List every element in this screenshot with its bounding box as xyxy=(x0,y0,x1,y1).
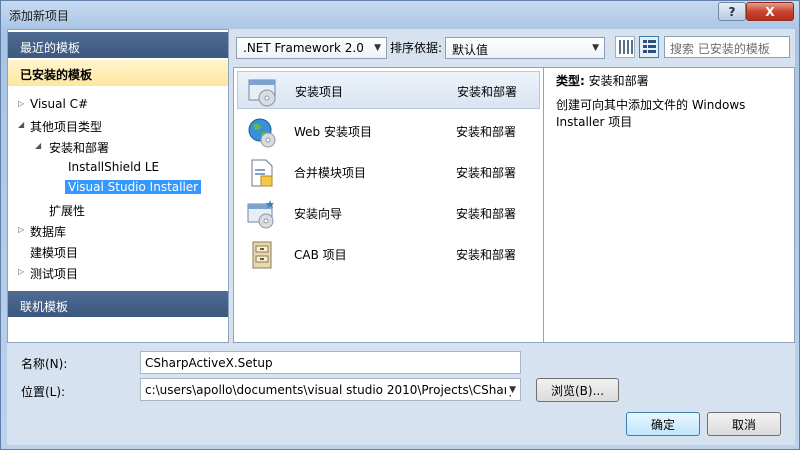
tree-item-label: 扩展性 xyxy=(49,204,86,218)
tree-item-label: 数据库 xyxy=(30,225,67,239)
setup-wizard-icon xyxy=(247,200,274,229)
template-row-setup-project[interactable]: 安装项目 安装和部署 xyxy=(237,71,540,109)
tree-item-label: InstallShield LE xyxy=(68,160,160,174)
collapse-arrow-icon[interactable]: ◢ xyxy=(35,141,41,150)
chevron-down-icon: ▼ xyxy=(592,43,599,53)
tree-item-label: Visual Studio Installer xyxy=(65,180,202,194)
list-view-icon xyxy=(643,40,656,53)
setup-project-icon xyxy=(248,79,276,107)
tree-item-label: 其他项目类型 xyxy=(30,120,103,134)
template-row-cab-project[interactable]: CAB 项目 安装和部署 xyxy=(237,235,540,273)
web-setup-icon xyxy=(248,118,276,148)
template-description: 创建可向其中添加文件的 Windows Installer 项目 xyxy=(556,98,746,129)
title-bar: 添加新项目 ? X xyxy=(1,1,800,29)
template-name: 合并模块项目 xyxy=(294,166,367,180)
expand-arrow-icon[interactable]: ▷ xyxy=(18,99,24,108)
recent-templates-header[interactable]: 最近的模板 xyxy=(8,32,228,58)
small-icons-view-button[interactable] xyxy=(615,36,635,58)
collapse-arrow-icon[interactable]: ◢ xyxy=(18,120,24,129)
template-toolbar: .NET Framework 2.0 ▼ 排序依据: 默认值 ▼ 搜索 已安装的… xyxy=(233,35,793,61)
framework-value: .NET Framework 2.0 xyxy=(243,41,364,55)
chevron-down-icon: ▼ xyxy=(506,385,516,395)
online-templates-header[interactable]: 联机模板 xyxy=(8,291,228,317)
installed-templates-header[interactable]: 已安装的模板 xyxy=(8,60,228,86)
search-templates-input[interactable]: 搜索 已安装的模板 xyxy=(664,36,790,58)
help-icon: ? xyxy=(728,4,736,19)
grid-view-icon xyxy=(619,40,633,54)
tree-item-label: 建模项目 xyxy=(30,246,79,260)
template-row-merge-module-project[interactable]: 合并模块项目 安装和部署 xyxy=(237,153,540,191)
tree-item-label: 安装和部署 xyxy=(49,141,110,155)
template-name: 安装向导 xyxy=(294,207,343,221)
sort-dropdown[interactable]: 默认值 ▼ xyxy=(445,37,605,59)
dialog-body: 最近的模板 已安装的模板 ▷ Visual C# ◢ 其他项目类型 ◢ 安装和部… xyxy=(7,29,795,445)
framework-dropdown[interactable]: .NET Framework 2.0 ▼ xyxy=(236,37,387,59)
template-tree-panel: 最近的模板 已安装的模板 ▷ Visual C# ◢ 其他项目类型 ◢ 安装和部… xyxy=(7,29,229,343)
project-name-input[interactable]: CSharpActiveX.Setup xyxy=(140,351,521,374)
chevron-down-icon: ▼ xyxy=(374,43,381,53)
close-icon: X xyxy=(765,4,775,19)
type-label: 类型: xyxy=(556,74,585,88)
location-label: 位置(L): xyxy=(21,385,66,399)
template-category: 安装和部署 xyxy=(457,85,518,99)
template-row-setup-wizard[interactable]: 安装向导 安装和部署 xyxy=(237,194,540,232)
location-combobox[interactable]: c:\users\apollo\documents\visual studio … xyxy=(140,378,521,401)
window-title: 添加新项目 xyxy=(9,9,70,23)
tree-item-label: 测试项目 xyxy=(30,267,79,281)
template-list: 安装项目 安装和部署 Web 安装项目 安装和部署 合并模块项目 安装和部署 安… xyxy=(233,67,544,343)
close-button[interactable]: X xyxy=(746,2,794,21)
expand-arrow-icon[interactable]: ▷ xyxy=(18,225,24,234)
template-details-panel: 类型: 安装和部署 创建可向其中添加文件的 Windows Installer … xyxy=(544,67,795,343)
template-category: 安装和部署 xyxy=(456,166,517,180)
template-name: Web 安装项目 xyxy=(294,125,372,139)
cab-project-icon xyxy=(252,241,272,269)
sort-value: 默认值 xyxy=(452,43,489,57)
location-value: c:\users\apollo\documents\visual studio … xyxy=(145,383,517,397)
cancel-button[interactable]: 取消 xyxy=(707,412,781,436)
template-name: 安装项目 xyxy=(295,85,344,99)
medium-icons-view-button[interactable] xyxy=(639,36,659,58)
template-category: 安装和部署 xyxy=(456,207,517,221)
template-row-web-setup-project[interactable]: Web 安装项目 安装和部署 xyxy=(237,112,540,150)
merge-module-icon xyxy=(251,159,273,187)
ok-button[interactable]: 确定 xyxy=(626,412,700,436)
template-name: CAB 项目 xyxy=(294,248,347,262)
sort-by-label: 排序依据: xyxy=(390,41,443,55)
tree-item-label: Visual C# xyxy=(30,97,89,111)
help-button[interactable]: ? xyxy=(718,2,746,21)
template-type-line: 类型: 安装和部署 xyxy=(556,72,649,89)
type-value: 安装和部署 xyxy=(588,74,649,88)
browse-button[interactable]: 浏览(B)... xyxy=(536,378,619,402)
template-category: 安装和部署 xyxy=(456,248,517,262)
add-new-project-dialog: 添加新项目 ? X 最近的模板 已安装的模板 ▷ Visual C# ◢ 其他项… xyxy=(0,0,800,450)
expand-arrow-icon[interactable]: ▷ xyxy=(18,267,24,276)
name-label: 名称(N): xyxy=(21,357,68,371)
template-category: 安装和部署 xyxy=(456,125,517,139)
